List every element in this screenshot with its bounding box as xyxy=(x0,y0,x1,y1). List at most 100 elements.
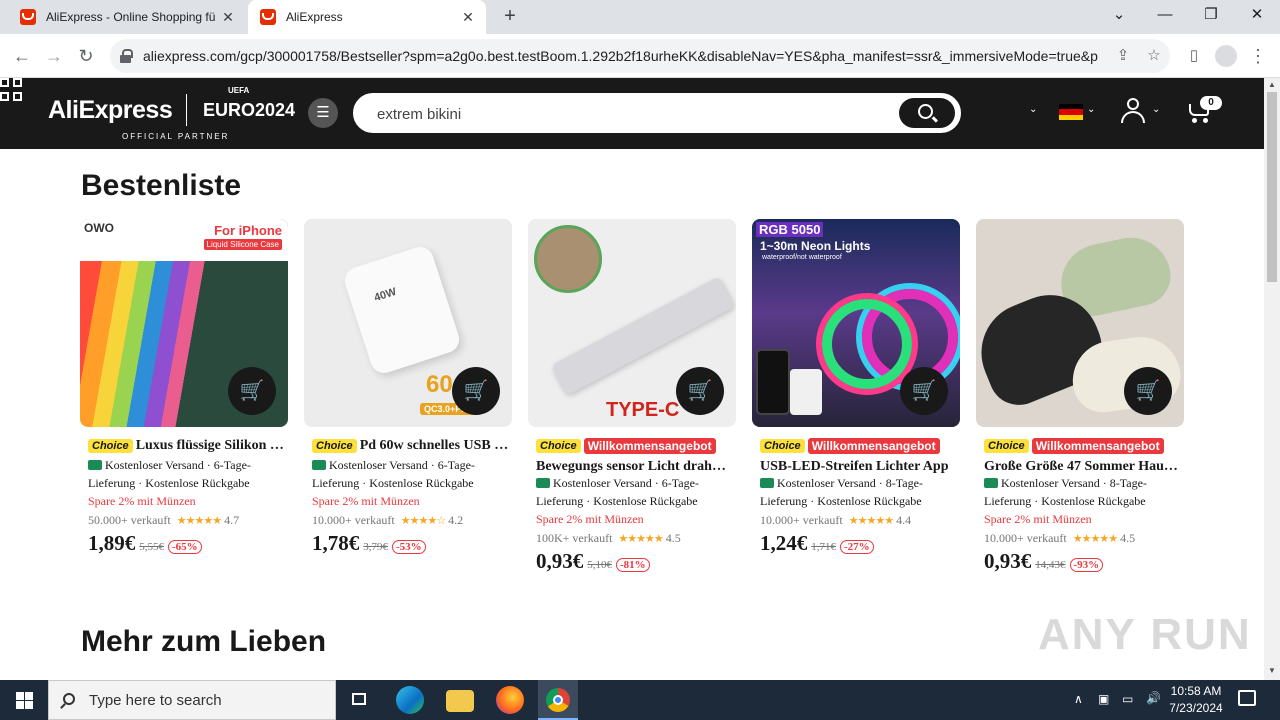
product-card[interactable]: 🛒 Choice Willkommensangebot Große Größe … xyxy=(976,219,1184,589)
category-menu-button[interactable]: ☰ xyxy=(308,98,338,128)
product-image[interactable]: OWO For iPhone Liquid Silicone Case 🛒 xyxy=(80,219,288,427)
truck-icon xyxy=(312,460,326,470)
site-header: AliExpress UEFA EURO2024 OFFICIAL PARTNE… xyxy=(0,78,1264,149)
scroll-down-arrow-icon[interactable]: ▼ xyxy=(1268,666,1276,675)
aliexpress-favicon-icon xyxy=(260,9,276,25)
product-title[interactable]: Luxus flüssige Silikon Handyhülle xyxy=(136,438,288,454)
page-scrollbar[interactable]: ▲ ▼ xyxy=(1264,78,1280,680)
tab-aliexpress-bestseller[interactable]: AliExpress ✕ xyxy=(248,0,486,34)
start-button[interactable] xyxy=(0,680,48,720)
rating-stars-icon: ★★★★★ xyxy=(1072,533,1118,545)
image-label: TYPE-C xyxy=(606,399,680,421)
product-image[interactable]: RGB 5050 1~30m Neon Lights waterproof/no… xyxy=(752,219,960,427)
product-tagline: Choice Willkommensangebot xyxy=(536,436,736,456)
add-to-cart-button[interactable]: 🛒 xyxy=(452,367,500,415)
browser-menu-icon[interactable]: ⋮ xyxy=(1244,42,1272,70)
search-button[interactable] xyxy=(899,98,955,128)
close-tab-icon[interactable]: ✕ xyxy=(456,9,480,26)
notification-icon[interactable] xyxy=(1238,690,1256,706)
close-tab-icon[interactable]: ✕ xyxy=(216,9,240,26)
tab-search-chevron-icon[interactable]: ⌄ xyxy=(1096,4,1142,28)
image-label: 60 xyxy=(426,371,453,398)
truck-icon xyxy=(88,460,102,470)
add-to-cart-button[interactable]: 🛒 xyxy=(900,367,948,415)
discount-badge: -53% xyxy=(392,540,426,554)
rating-stars-icon: ★★★★★ xyxy=(848,515,894,527)
chevron-up-icon[interactable]: ∧ xyxy=(1074,692,1083,706)
uefa-label: UEFA xyxy=(228,86,250,95)
url-text[interactable]: aliexpress.com/gcp/300001758/Bestseller?… xyxy=(143,39,1098,73)
tab-aliexpress-home[interactable]: AliExpress - Online Shopping für ✕ xyxy=(8,0,246,34)
scroll-up-arrow-icon[interactable]: ▲ xyxy=(1268,80,1276,89)
product-image[interactable]: TYPE-C 🛒 xyxy=(528,219,736,427)
edge-browser-icon[interactable] xyxy=(396,686,424,714)
product-title[interactable]: USB-LED-Streifen Lichter App xyxy=(760,459,954,475)
product-image[interactable]: 40W 60 QC3.0+PIAS 🛒 xyxy=(304,219,512,427)
search-input[interactable] xyxy=(377,102,877,126)
choice-badge: Choice xyxy=(312,439,357,453)
add-to-cart-button[interactable]: 🛒 xyxy=(676,367,724,415)
image-sublabel: 1~30m Neon Lights xyxy=(760,239,871,253)
product-title[interactable]: Pd 60w schnelles USB Ladegerät xyxy=(360,438,512,454)
aliexpress-logo[interactable]: AliExpress xyxy=(48,96,173,125)
system-clock[interactable]: 10:58 AM 7/23/2024 xyxy=(1168,683,1224,717)
share-icon[interactable]: ⇪ xyxy=(1113,46,1133,66)
back-button[interactable]: ← xyxy=(8,42,36,70)
add-to-cart-button[interactable]: 🛒 xyxy=(228,367,276,415)
profile-avatar[interactable] xyxy=(1212,42,1240,70)
taskbar-search-placeholder: Type here to search xyxy=(89,692,222,709)
minimize-button[interactable]: — xyxy=(1142,4,1188,28)
current-price: 1,24€ xyxy=(760,531,808,555)
coin-savings: Spare 2% mit Münzen xyxy=(536,512,644,526)
original-price: 5,10€ xyxy=(587,559,612,571)
account-icon[interactable] xyxy=(1121,98,1145,124)
side-panel-icon[interactable]: ▯ xyxy=(1180,42,1208,70)
product-card[interactable]: RGB 5050 1~30m Neon Lights waterproof/no… xyxy=(752,219,960,589)
new-tab-button[interactable]: + xyxy=(498,5,522,29)
close-window-button[interactable]: ✕ xyxy=(1234,4,1280,28)
shipping-info: Kostenloser Versand · 6-Tage-Lieferung ·… xyxy=(88,458,251,490)
image-label: For iPhone xyxy=(214,223,282,238)
reload-button[interactable]: ↻ xyxy=(72,42,100,70)
volume-icon[interactable]: 🔊 xyxy=(1146,691,1161,705)
chevron-down-icon[interactable]: ⌄ xyxy=(1152,104,1160,115)
chrome-taskbar-button[interactable] xyxy=(538,680,578,720)
rating-stars-icon: ★★★★★ xyxy=(176,515,222,527)
truck-icon xyxy=(536,478,550,488)
task-view-icon[interactable] xyxy=(346,686,374,714)
section-title: Mehr zum Lieben xyxy=(81,625,327,658)
chevron-down-icon[interactable]: ⌄ xyxy=(1087,104,1095,115)
network-icon[interactable]: ▣ xyxy=(1098,692,1109,706)
image-sublabel: Liquid Silicone Case xyxy=(203,239,282,250)
euro2024-logo: EURO2024 xyxy=(203,100,296,120)
product-title[interactable]: Große Größe 47 Sommer Hausschuhe xyxy=(984,459,1178,475)
discount-badge: -65% xyxy=(168,540,202,554)
lock-icon[interactable] xyxy=(120,49,133,63)
product-title[interactable]: Bewegungs sensor Licht drahtlos xyxy=(536,459,730,475)
sold-rating: 10.000+ verkauft ★★★★★ 4.4 xyxy=(760,513,912,527)
main-content: Bestenliste OWO For iPhone Liquid Silico… xyxy=(0,149,1264,680)
windows-taskbar: Type here to search ∧ ▣ ▭ 🔊 10:58 AM 7/2… xyxy=(0,680,1280,720)
product-card[interactable]: TYPE-C 🛒 Choice Willkommensangebot Beweg… xyxy=(528,219,736,589)
bookmark-star-icon[interactable]: ☆ xyxy=(1144,46,1164,66)
taskbar-search-box[interactable]: Type here to search xyxy=(48,680,336,720)
product-card[interactable]: OWO For iPhone Liquid Silicone Case 🛒 Ch… xyxy=(80,219,288,589)
tab-title: AliExpress - Online Shopping für xyxy=(46,10,216,24)
product-card[interactable]: 40W 60 QC3.0+PIAS 🛒 Choice Pd 60w schnel… xyxy=(304,219,512,589)
scrollbar-thumb[interactable] xyxy=(1267,92,1277,282)
coin-savings: Spare 2% mit Münzen xyxy=(312,494,420,508)
brand-label: OWO xyxy=(84,221,114,235)
maximize-button[interactable]: ❐ xyxy=(1188,4,1234,28)
chevron-down-icon[interactable]: ⌄ xyxy=(1029,104,1037,115)
forward-button[interactable]: → xyxy=(40,42,68,70)
germany-flag-icon[interactable] xyxy=(1059,104,1083,120)
product-image[interactable]: 🛒 xyxy=(976,219,1184,427)
add-to-cart-button[interactable]: 🛒 xyxy=(1124,367,1172,415)
search-icon xyxy=(918,104,933,119)
qr-code-icon[interactable] xyxy=(0,78,24,102)
tab-strip: AliExpress - Online Shopping für ✕ AliEx… xyxy=(0,0,1280,34)
firefox-icon[interactable] xyxy=(496,686,524,714)
address-bar[interactable]: aliexpress.com/gcp/300001758/Bestseller?… xyxy=(110,39,1170,73)
display-icon[interactable]: ▭ xyxy=(1122,692,1133,706)
file-explorer-icon[interactable] xyxy=(446,690,474,712)
